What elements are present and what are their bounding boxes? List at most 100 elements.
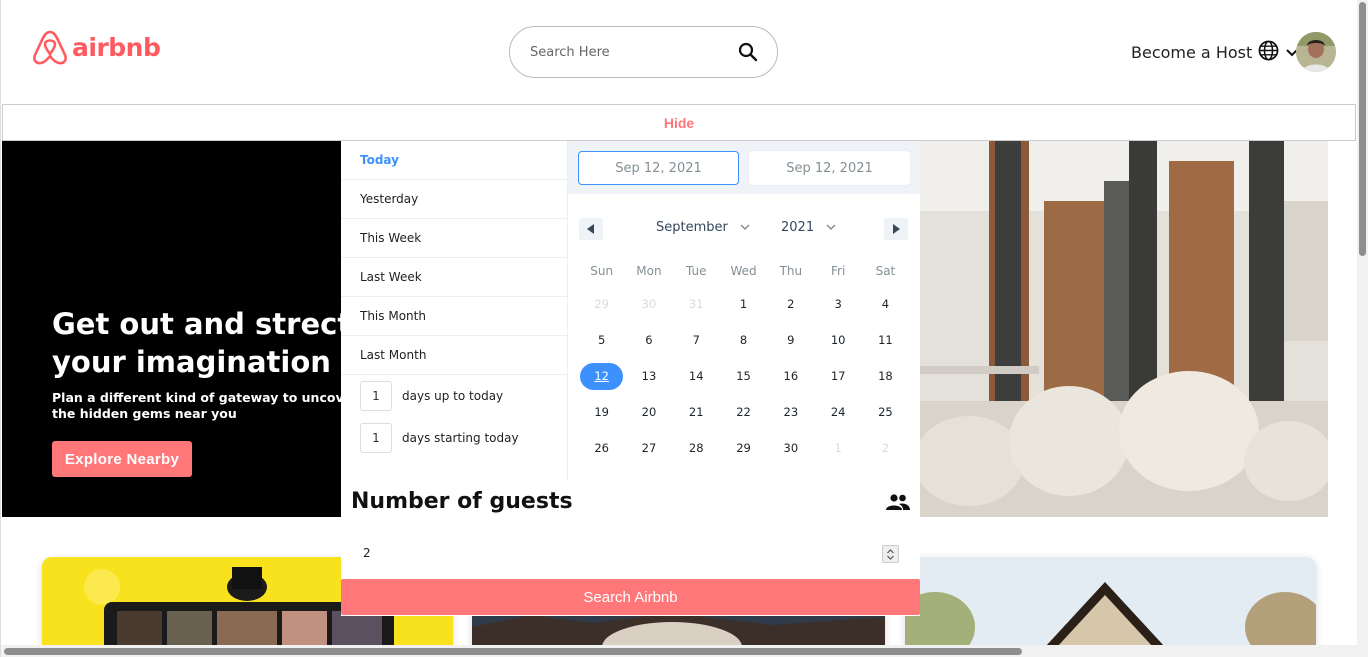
day-number: 8 bbox=[739, 333, 748, 347]
calendar-day[interactable]: 10 bbox=[814, 322, 861, 358]
calendar-day[interactable]: 19 bbox=[578, 394, 625, 430]
range-today[interactable]: Today bbox=[341, 141, 567, 180]
range-this-week[interactable]: This Week bbox=[341, 219, 567, 258]
day-number: 4 bbox=[881, 297, 890, 311]
search-input[interactable] bbox=[530, 44, 737, 60]
calendar-day[interactable]: 29 bbox=[720, 430, 767, 466]
range-yesterday[interactable]: Yesterday bbox=[341, 180, 567, 219]
calendar-day-selected[interactable]: 12 bbox=[578, 358, 625, 394]
calendar-day[interactable]: 18 bbox=[862, 358, 909, 394]
calendar-day[interactable]: 3 bbox=[814, 286, 861, 322]
calendar-day[interactable]: 24 bbox=[814, 394, 861, 430]
calendar-day[interactable]: 2 bbox=[767, 286, 814, 322]
caret-right-icon bbox=[893, 224, 900, 234]
hide-button[interactable]: Hide bbox=[664, 115, 694, 131]
become-host-menu[interactable]: Become a Host bbox=[1131, 40, 1299, 65]
page: airbnb Become a Host bbox=[0, 0, 1368, 657]
calendar-day[interactable]: 8 bbox=[720, 322, 767, 358]
day-number: 11 bbox=[878, 333, 893, 347]
become-host-label[interactable]: Become a Host bbox=[1131, 43, 1252, 62]
calendar-day[interactable]: 27 bbox=[625, 430, 672, 466]
start-date-field[interactable]: Sep 12, 2021 bbox=[578, 150, 739, 185]
day-number: 5 bbox=[597, 333, 606, 347]
search-icon[interactable] bbox=[737, 41, 759, 63]
day-number: 22 bbox=[736, 405, 751, 419]
hide-bar: Hide bbox=[2, 104, 1356, 141]
next-month-button[interactable] bbox=[884, 218, 908, 240]
calendar-day[interactable]: 9 bbox=[767, 322, 814, 358]
day-number: 1 bbox=[739, 297, 748, 311]
input-range-starting-today: 1 days starting today bbox=[341, 417, 567, 459]
calendar-day[interactable]: 11 bbox=[862, 322, 909, 358]
search-airbnb-button[interactable]: Search Airbnb bbox=[341, 579, 920, 615]
calendar-day[interactable]: 7 bbox=[673, 322, 720, 358]
month-select[interactable]: September bbox=[656, 220, 750, 235]
range-last-month[interactable]: Last Month bbox=[341, 336, 567, 375]
calendar-day[interactable]: 16 bbox=[767, 358, 814, 394]
weekday-label: Sun bbox=[590, 264, 614, 278]
explore-nearby-button[interactable]: Explore Nearby bbox=[52, 441, 192, 477]
end-date-field[interactable]: Sep 12, 2021 bbox=[749, 150, 910, 185]
static-ranges: Today Yesterday This Week Last Week This Mon… bbox=[341, 141, 568, 480]
day-number: 21 bbox=[688, 405, 704, 419]
day-number: 23 bbox=[783, 405, 799, 419]
horizontal-scrollbar[interactable] bbox=[1, 645, 1357, 657]
calendar-day[interactable]: 5 bbox=[578, 322, 625, 358]
days-starting-today-input[interactable]: 1 bbox=[360, 423, 392, 453]
globe-icon[interactable] bbox=[1258, 40, 1279, 65]
day-number: 18 bbox=[878, 369, 893, 383]
calendar-day[interactable]: 22 bbox=[720, 394, 767, 430]
banner-photo bbox=[919, 141, 1328, 517]
guests-value[interactable]: 2 bbox=[363, 546, 371, 560]
calendar-day: 2 bbox=[862, 430, 909, 466]
banner-title: Get out and strect your imagination bbox=[52, 307, 352, 379]
calendar-day[interactable]: 17 bbox=[814, 358, 861, 394]
calendar-day[interactable]: 25 bbox=[862, 394, 909, 430]
day-number: 30 bbox=[783, 441, 799, 455]
calendar-day[interactable]: 4 bbox=[862, 286, 909, 322]
days-up-to-today-input[interactable]: 1 bbox=[360, 381, 392, 411]
calendar-day[interactable]: 14 bbox=[673, 358, 720, 394]
calendar-day[interactable]: 28 bbox=[673, 430, 720, 466]
guests-input[interactable]: 2 bbox=[341, 540, 906, 568]
horizontal-scroll-thumb[interactable] bbox=[4, 648, 1022, 655]
date-display: Sep 12, 2021 Sep 12, 2021 bbox=[568, 141, 920, 194]
guests-title: Number of guests bbox=[351, 489, 573, 514]
vertical-scroll-thumb[interactable] bbox=[1359, 2, 1366, 256]
calendar-day[interactable]: 6 bbox=[625, 322, 672, 358]
calendar-day[interactable]: 21 bbox=[673, 394, 720, 430]
avatar[interactable] bbox=[1296, 32, 1336, 72]
range-this-month[interactable]: This Month bbox=[341, 297, 567, 336]
calendar-day[interactable]: 30 bbox=[767, 430, 814, 466]
month-label: September bbox=[656, 220, 728, 235]
weekday-header: Sun Mon Tue Wed Thu Fri Sat bbox=[568, 264, 920, 286]
prev-month-button[interactable] bbox=[579, 218, 603, 240]
airbnb-logo-icon bbox=[33, 30, 67, 65]
day-number: 26 bbox=[594, 441, 609, 455]
airbnb-logo[interactable]: airbnb bbox=[32, 28, 161, 66]
banner-subtitle: Plan a different kind of gateway to unco… bbox=[52, 390, 359, 421]
people-icon bbox=[886, 494, 910, 514]
calendar-day[interactable]: 23 bbox=[767, 394, 814, 430]
calendar-day[interactable]: 15 bbox=[720, 358, 767, 394]
day-number: 24 bbox=[830, 405, 846, 419]
weekday-label: Tue bbox=[685, 264, 707, 278]
day-number: 29 bbox=[736, 441, 751, 455]
card-entire-homes[interactable] bbox=[905, 557, 1316, 647]
day-number: 7 bbox=[692, 333, 700, 347]
calendar-day[interactable]: 1 bbox=[720, 286, 767, 322]
day-number: 9 bbox=[787, 333, 795, 347]
range-last-week[interactable]: Last Week bbox=[341, 258, 567, 297]
day-number: 12 bbox=[580, 362, 624, 390]
calendar-day[interactable]: 26 bbox=[578, 430, 625, 466]
days-up-to-today-label: days up to today bbox=[402, 389, 504, 403]
day-number: 3 bbox=[834, 297, 842, 311]
guests-spinner[interactable] bbox=[882, 545, 899, 563]
day-number: 16 bbox=[783, 369, 799, 383]
year-select[interactable]: 2021 bbox=[781, 220, 836, 235]
vertical-scrollbar[interactable] bbox=[1357, 0, 1368, 657]
day-number: 30 bbox=[641, 297, 657, 311]
calendar-day[interactable]: 20 bbox=[625, 394, 672, 430]
chevron-down-icon bbox=[740, 224, 750, 231]
calendar-day[interactable]: 13 bbox=[625, 358, 672, 394]
